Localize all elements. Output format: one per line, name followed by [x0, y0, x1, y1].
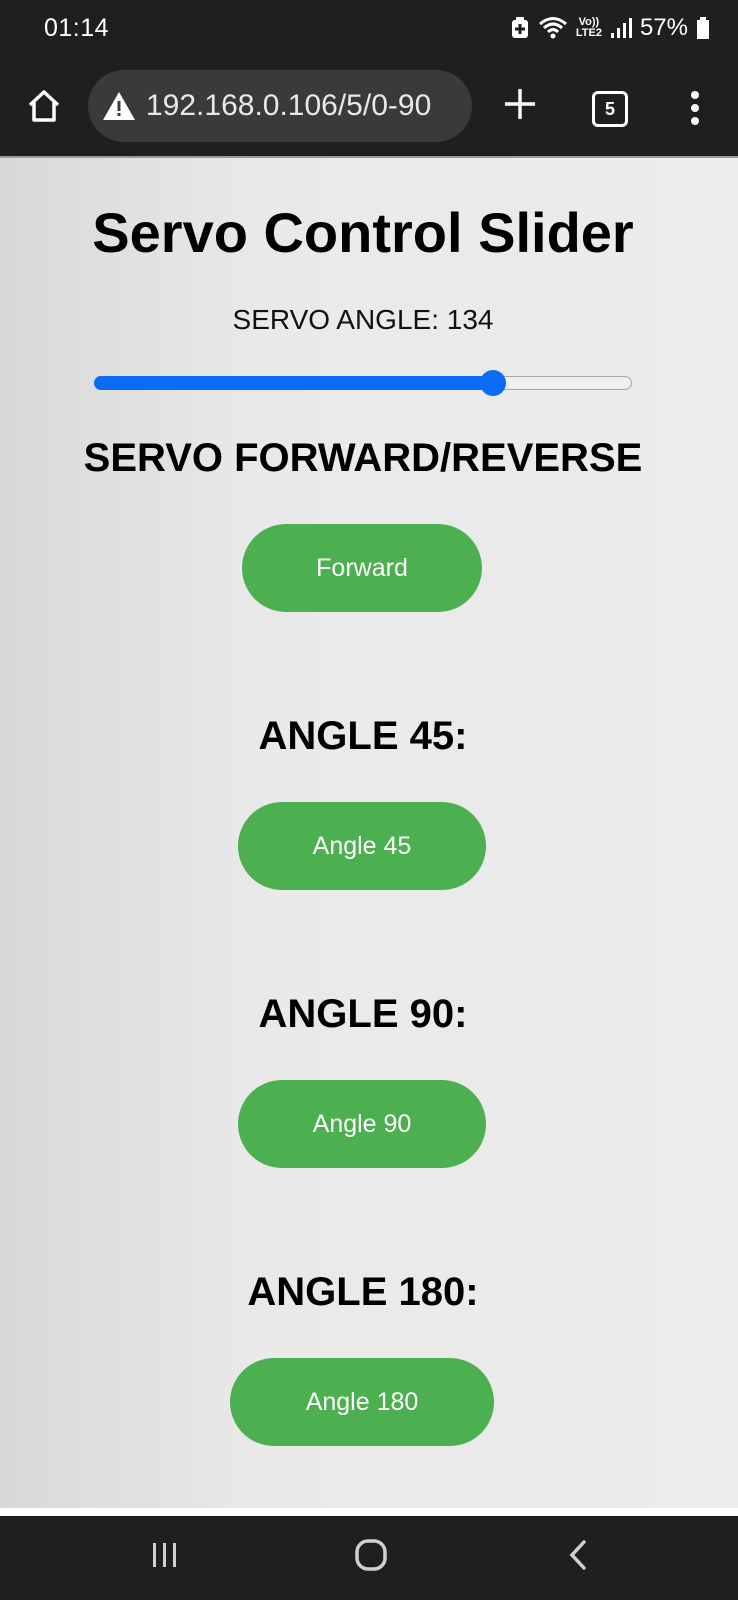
angle-90-button[interactable]: Angle 90 [238, 1080, 486, 1168]
angle-45-button[interactable]: Angle 45 [238, 802, 486, 890]
section-heading-angle-90: ANGLE 90: [258, 992, 468, 1036]
slider-fill [94, 376, 493, 390]
battery-icon [697, 17, 709, 39]
recents-icon[interactable] [150, 1540, 180, 1570]
section-heading-angle-180: ANGLE 180: [247, 1270, 479, 1314]
network-label-bottom: LTE2 [575, 27, 602, 39]
forward-button[interactable]: Forward [242, 524, 482, 612]
home-icon[interactable] [24, 86, 64, 126]
signal-icon [610, 18, 632, 38]
system-nav-bar [0, 1516, 738, 1600]
page-bottom-edge [0, 1508, 738, 1516]
address-bar[interactable]: 192.168.0.106/5/0-90 [88, 70, 472, 142]
phone-screen: 01:14 Vo)) LTE2 57% 192.168.0.106/5/0-90… [0, 0, 738, 1600]
status-icons: Vo)) LTE2 57% [510, 14, 710, 42]
home-circle-icon[interactable] [354, 1538, 388, 1572]
section-heading-angle-45: ANGLE 45: [258, 714, 468, 758]
more-icon[interactable] [680, 88, 710, 128]
tabs-button[interactable]: 5 [592, 91, 628, 127]
servo-angle-slider[interactable] [94, 370, 632, 396]
web-page: Servo Control Slider SERVO ANGLE: 134 SE… [0, 156, 738, 1508]
network-type: Vo)) LTE2 [576, 17, 602, 39]
wifi-icon [538, 17, 567, 39]
new-tab-icon[interactable] [500, 84, 540, 124]
battery-percent: 57% [639, 14, 688, 41]
battery-saver-icon [511, 17, 528, 38]
status-time: 01:14 [44, 14, 110, 42]
angle-180-button[interactable]: Angle 180 [230, 1358, 494, 1446]
section-heading-forward-reverse: SERVO FORWARD/REVERSE [83, 436, 643, 480]
status-bar: 01:14 Vo)) LTE2 57% [0, 0, 738, 62]
url-text: 192.168.0.106/5/0-90 [146, 89, 432, 122]
slider-thumb[interactable] [480, 370, 506, 396]
page-title: Servo Control Slider [92, 201, 634, 264]
browser-toolbar: 192.168.0.106/5/0-90 5 [0, 62, 738, 156]
servo-angle-readout: SERVO ANGLE: 134 [232, 304, 494, 335]
back-icon[interactable] [566, 1538, 590, 1572]
warning-icon[interactable] [102, 90, 136, 122]
